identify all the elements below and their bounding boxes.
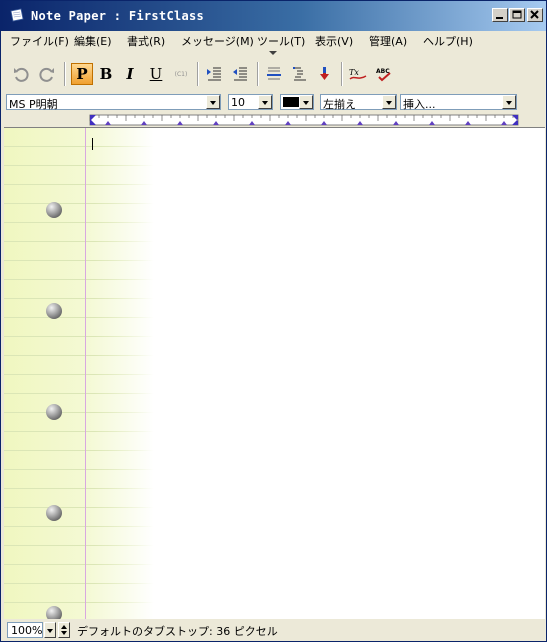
menu-help[interactable]: ヘルプ(H): [423, 33, 473, 49]
indent-button[interactable]: [203, 63, 225, 85]
text-cleanup-button[interactable]: Tx: [347, 63, 369, 85]
bold-button[interactable]: B: [95, 63, 117, 85]
binder-hole-icon: [46, 303, 62, 319]
insert-object-button[interactable]: [313, 63, 335, 85]
toolbar-separator: [257, 62, 259, 86]
plain-text-label: P: [76, 65, 88, 83]
note-editor[interactable]: [4, 127, 545, 619]
superscript-button[interactable]: (C1): [169, 63, 193, 85]
outdent-icon: [233, 67, 247, 81]
chevron-down-icon: [47, 629, 53, 633]
horizontal-rule-icon: [267, 67, 281, 80]
ruler[interactable]: [1, 113, 546, 127]
zoom-stepper[interactable]: [58, 622, 70, 638]
text-cleanup-icon: Tx: [349, 68, 367, 80]
bold-label: B: [99, 65, 113, 83]
maximize-button[interactable]: [509, 8, 525, 22]
list-icon: [293, 67, 306, 81]
binder-hole-icon: [46, 202, 62, 218]
svg-text:Tx: Tx: [349, 68, 359, 77]
plain-text-button[interactable]: P: [71, 63, 93, 85]
font-size-select[interactable]: 10: [228, 94, 273, 110]
toolbar: P B I U (C1) Tx ABC: [1, 57, 546, 91]
download-arrow-icon: [320, 67, 329, 80]
chevron-down-icon[interactable]: [502, 95, 516, 109]
alignment-select[interactable]: 左揃え: [320, 94, 397, 111]
zoom-select[interactable]: 100%: [7, 622, 43, 638]
italic-label: I: [126, 65, 134, 83]
color-swatch: [283, 97, 299, 107]
redo-button[interactable]: [36, 63, 58, 85]
text-color-select[interactable]: [280, 94, 314, 110]
text-caret: [92, 138, 93, 150]
chevron-down-icon[interactable]: [258, 95, 272, 109]
horizontal-rule-button[interactable]: [263, 63, 285, 85]
paper-margin-line: [85, 128, 86, 619]
list-button[interactable]: [289, 63, 311, 85]
zoom-value: 100%: [11, 624, 43, 637]
spell-check-icon: ABC: [376, 68, 391, 82]
toolbar-grip-icon[interactable]: [268, 50, 278, 56]
minimize-button[interactable]: [492, 8, 508, 22]
binder-hole-icon: [46, 505, 62, 521]
ruler-scale: [89, 114, 519, 126]
stepper-arrows-icon: [61, 625, 67, 635]
minimize-icon: [496, 17, 503, 19]
underline-button[interactable]: U: [145, 63, 167, 85]
binder-hole-icon: [46, 404, 62, 420]
toolbar-separator: [197, 62, 199, 86]
menu-bar: ファイル(F) 編集(E) 書式(R) メッセージ(M) ツール(T) 表示(V…: [1, 31, 546, 50]
status-bar: 100% デフォルトのタブストップ: 36 ピクセル: [1, 619, 546, 641]
spell-check-button[interactable]: ABC: [373, 63, 395, 85]
undo-icon: [14, 67, 29, 82]
note-paper-icon: [10, 8, 24, 22]
zoom-dropdown-button[interactable]: [44, 622, 56, 638]
window-title: Note Paper : FirstClass: [31, 9, 205, 23]
italic-button[interactable]: I: [119, 63, 141, 85]
toolbar-separator: [341, 62, 343, 86]
paper-ruled-lines: [4, 128, 154, 619]
menu-file[interactable]: ファイル(F): [10, 33, 69, 49]
chevron-down-icon[interactable]: [382, 95, 396, 109]
format-bar: MS P明朝 10 左揃え 挿入...: [1, 91, 546, 113]
note-paper-window: Note Paper : FirstClass ファイル(F) 編集(E) 書式…: [0, 0, 547, 642]
status-message: デフォルトのタブストップ: 36 ピクセル: [77, 625, 278, 638]
title-bar[interactable]: Note Paper : FirstClass: [1, 1, 546, 31]
binder-hole-icon: [46, 606, 62, 619]
alignment-value: 左揃え: [323, 98, 356, 111]
redo-icon: [39, 67, 54, 82]
menu-view[interactable]: 表示(V): [315, 33, 353, 49]
font-size-value: 10: [231, 96, 245, 109]
chevron-down-icon[interactable]: [299, 95, 313, 109]
font-family-select[interactable]: MS P明朝: [6, 94, 221, 111]
insert-value: 挿入...: [403, 98, 436, 111]
underline-label: U: [149, 65, 163, 83]
menu-tools[interactable]: ツール(T): [257, 33, 305, 49]
maximize-icon: [512, 10, 522, 19]
outdent-button[interactable]: [229, 63, 251, 85]
undo-button[interactable]: [10, 63, 32, 85]
close-icon: [530, 10, 539, 19]
indent-icon: [207, 67, 221, 81]
menu-format[interactable]: 書式(R): [127, 33, 165, 49]
superscript-label: (C1): [174, 70, 188, 78]
menu-message[interactable]: メッセージ(M): [181, 33, 254, 49]
insert-select[interactable]: 挿入...: [400, 94, 517, 111]
toolbar-separator: [64, 62, 66, 86]
menu-admin[interactable]: 管理(A): [369, 33, 407, 49]
menu-edit[interactable]: 編集(E): [74, 33, 112, 49]
font-family-value: MS P明朝: [9, 98, 58, 111]
chevron-down-icon[interactable]: [206, 95, 220, 109]
close-button[interactable]: [527, 8, 543, 22]
